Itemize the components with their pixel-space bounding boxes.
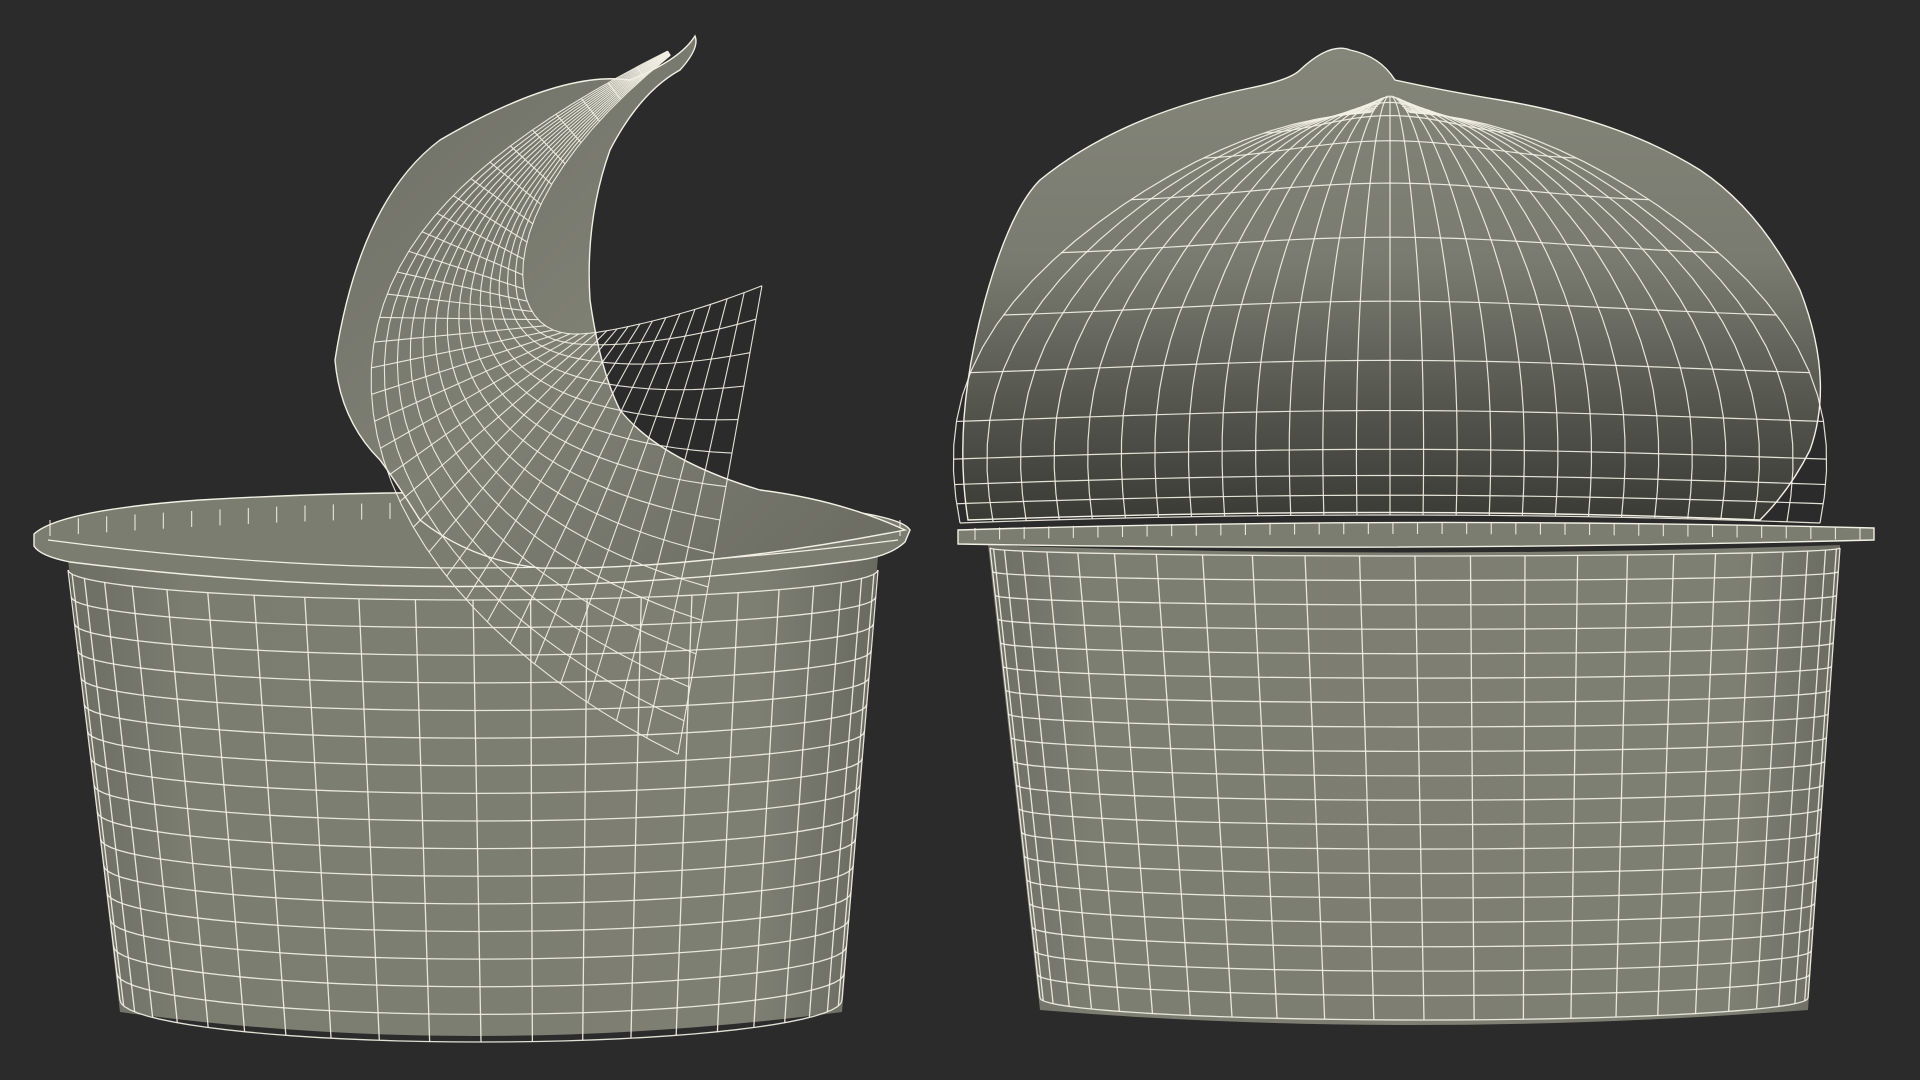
- wireframe-render-scene: [33, 34, 1875, 1043]
- cup-with-domed-lid: [952, 47, 1875, 1025]
- render-viewport: [0, 0, 1920, 1080]
- left-peeled-lid: [334, 34, 908, 569]
- cup-with-peeled-lid: [33, 34, 911, 1043]
